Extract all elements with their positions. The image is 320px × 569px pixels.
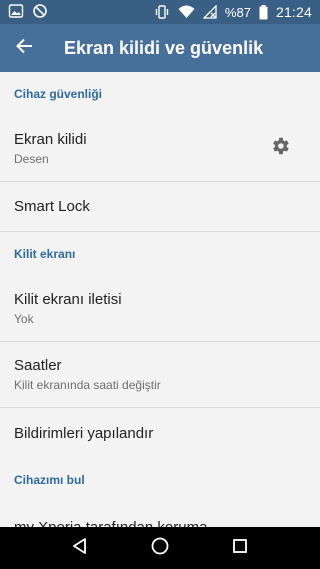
setting-configure-notifications[interactable]: Bildirimleri yapılandır — [0, 408, 320, 458]
app-bar: Ekran kilidi ve güvenlik — [0, 24, 320, 72]
status-right: %87 21:24 — [154, 4, 312, 20]
navigation-bar — [0, 527, 320, 569]
back-arrow-icon — [15, 37, 33, 60]
clock: 21:24 — [275, 4, 312, 20]
screen-lock-settings-button[interactable] — [266, 135, 294, 163]
status-left — [8, 3, 48, 22]
setting-subtitle: Kilit ekranında saati değiştir — [14, 378, 161, 392]
section-header-lock-screen: Kilit ekranı — [14, 247, 76, 261]
setting-my-xperia-protection[interactable]: my Xperia tarafından koruma — [0, 502, 320, 528]
vibrate-icon — [154, 4, 170, 20]
blocked-icon — [32, 3, 48, 22]
image-icon — [8, 3, 24, 22]
setting-title: Smart Lock — [14, 198, 90, 215]
battery-percent: %87 — [224, 4, 251, 20]
setting-clocks[interactable]: Saatler Kilit ekranında saati değiştir — [0, 342, 320, 408]
back-triangle-icon — [71, 537, 89, 560]
wifi-icon — [178, 5, 195, 19]
setting-title: Bildirimleri yapılandır — [14, 424, 154, 442]
nav-recents-button[interactable] — [220, 528, 260, 568]
setting-lock-screen-message[interactable]: Kilit ekranı iletisi Yok — [0, 276, 320, 342]
back-button[interactable] — [0, 24, 48, 72]
setting-title: Ekran kilidi — [14, 131, 87, 148]
setting-smart-lock[interactable]: Smart Lock — [0, 182, 320, 232]
setting-title: Kilit ekranı iletisi — [14, 291, 122, 308]
setting-title: Saatler — [14, 357, 62, 374]
nav-home-button[interactable] — [140, 528, 180, 568]
recents-square-icon — [232, 538, 248, 559]
no-signal-icon — [202, 5, 217, 19]
battery-icon — [259, 4, 268, 20]
status-bar: %87 21:24 — [0, 0, 320, 24]
page-title: Ekran kilidi ve güvenlik — [64, 37, 264, 58]
nav-back-button[interactable] — [60, 528, 100, 568]
section-header-device-security: Cihaz güvenliği — [14, 87, 103, 101]
section-header-find-device: Cihazımı bul — [14, 473, 85, 487]
settings-list[interactable]: Cihaz güvenliği Ekran kilidi Desen Smart… — [0, 72, 320, 527]
setting-screen-lock[interactable]: Ekran kilidi Desen — [0, 116, 320, 182]
setting-subtitle: Desen — [14, 152, 49, 166]
setting-subtitle: Yok — [14, 312, 34, 326]
setting-title: my Xperia tarafından koruma — [14, 518, 208, 528]
home-circle-icon — [150, 536, 170, 561]
gear-icon — [269, 135, 291, 162]
